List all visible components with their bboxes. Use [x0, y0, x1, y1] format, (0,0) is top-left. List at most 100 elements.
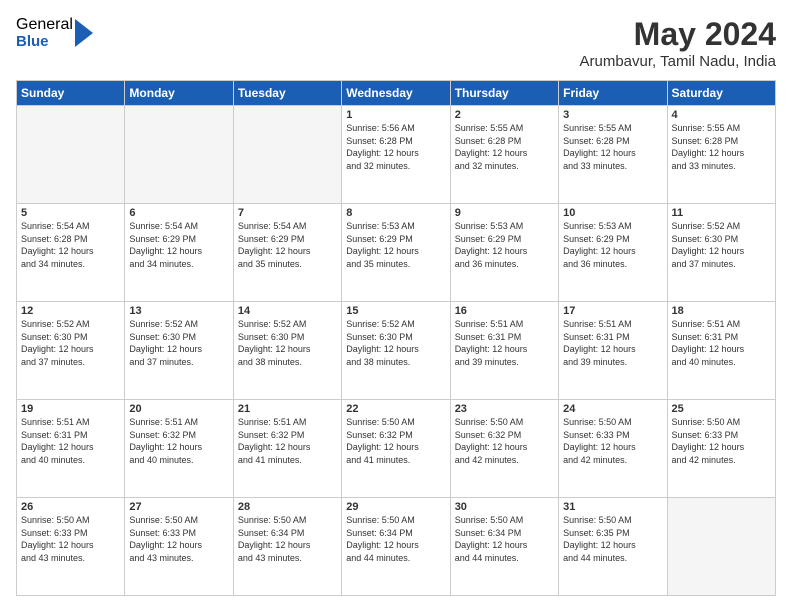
day-info: Sunrise: 5:50 AM Sunset: 6:34 PM Dayligh… [455, 514, 554, 564]
header-monday: Monday [125, 81, 233, 106]
day-number: 29 [346, 501, 445, 513]
calendar-cell: 15Sunrise: 5:52 AM Sunset: 6:30 PM Dayli… [342, 302, 450, 400]
day-info: Sunrise: 5:51 AM Sunset: 6:32 PM Dayligh… [238, 416, 337, 466]
day-info: Sunrise: 5:50 AM Sunset: 6:34 PM Dayligh… [238, 514, 337, 564]
day-info: Sunrise: 5:54 AM Sunset: 6:29 PM Dayligh… [238, 220, 337, 270]
day-info: Sunrise: 5:51 AM Sunset: 6:32 PM Dayligh… [129, 416, 228, 466]
calendar-cell: 8Sunrise: 5:53 AM Sunset: 6:29 PM Daylig… [342, 204, 450, 302]
day-number: 22 [346, 403, 445, 415]
calendar-cell: 11Sunrise: 5:52 AM Sunset: 6:30 PM Dayli… [667, 204, 775, 302]
week-row-5: 26Sunrise: 5:50 AM Sunset: 6:33 PM Dayli… [17, 498, 776, 596]
day-number: 3 [563, 109, 662, 121]
header-sunday: Sunday [17, 81, 125, 106]
header-wednesday: Wednesday [342, 81, 450, 106]
day-number: 25 [672, 403, 771, 415]
day-number: 14 [238, 305, 337, 317]
day-number: 1 [346, 109, 445, 121]
day-number: 17 [563, 305, 662, 317]
calendar-body: 1Sunrise: 5:56 AM Sunset: 6:28 PM Daylig… [17, 106, 776, 596]
day-info: Sunrise: 5:52 AM Sunset: 6:30 PM Dayligh… [672, 220, 771, 270]
day-number: 13 [129, 305, 228, 317]
logo-icon [75, 19, 93, 47]
month-title: May 2024 [580, 16, 777, 53]
logo: General Blue [16, 16, 93, 50]
header-thursday: Thursday [450, 81, 558, 106]
week-row-3: 12Sunrise: 5:52 AM Sunset: 6:30 PM Dayli… [17, 302, 776, 400]
day-number: 28 [238, 501, 337, 513]
day-number: 16 [455, 305, 554, 317]
header: General Blue May 2024 Arumbavur, Tamil N… [16, 16, 776, 70]
day-number: 23 [455, 403, 554, 415]
day-number: 20 [129, 403, 228, 415]
calendar: Sunday Monday Tuesday Wednesday Thursday… [16, 80, 776, 596]
calendar-cell: 31Sunrise: 5:50 AM Sunset: 6:35 PM Dayli… [559, 498, 667, 596]
day-info: Sunrise: 5:51 AM Sunset: 6:31 PM Dayligh… [563, 318, 662, 368]
calendar-cell: 14Sunrise: 5:52 AM Sunset: 6:30 PM Dayli… [233, 302, 341, 400]
logo-text: General Blue [16, 16, 73, 50]
day-info: Sunrise: 5:53 AM Sunset: 6:29 PM Dayligh… [455, 220, 554, 270]
day-info: Sunrise: 5:51 AM Sunset: 6:31 PM Dayligh… [455, 318, 554, 368]
calendar-cell: 10Sunrise: 5:53 AM Sunset: 6:29 PM Dayli… [559, 204, 667, 302]
day-number: 4 [672, 109, 771, 121]
day-info: Sunrise: 5:52 AM Sunset: 6:30 PM Dayligh… [21, 318, 120, 368]
day-info: Sunrise: 5:54 AM Sunset: 6:29 PM Dayligh… [129, 220, 228, 270]
calendar-cell: 29Sunrise: 5:50 AM Sunset: 6:34 PM Dayli… [342, 498, 450, 596]
day-info: Sunrise: 5:52 AM Sunset: 6:30 PM Dayligh… [346, 318, 445, 368]
day-number: 31 [563, 501, 662, 513]
day-number: 26 [21, 501, 120, 513]
calendar-cell: 18Sunrise: 5:51 AM Sunset: 6:31 PM Dayli… [667, 302, 775, 400]
day-info: Sunrise: 5:50 AM Sunset: 6:32 PM Dayligh… [346, 416, 445, 466]
title-block: May 2024 Arumbavur, Tamil Nadu, India [580, 16, 777, 70]
day-info: Sunrise: 5:53 AM Sunset: 6:29 PM Dayligh… [346, 220, 445, 270]
day-info: Sunrise: 5:50 AM Sunset: 6:33 PM Dayligh… [129, 514, 228, 564]
day-info: Sunrise: 5:55 AM Sunset: 6:28 PM Dayligh… [455, 122, 554, 172]
calendar-cell: 6Sunrise: 5:54 AM Sunset: 6:29 PM Daylig… [125, 204, 233, 302]
location: Arumbavur, Tamil Nadu, India [580, 53, 777, 70]
day-info: Sunrise: 5:52 AM Sunset: 6:30 PM Dayligh… [238, 318, 337, 368]
day-info: Sunrise: 5:54 AM Sunset: 6:28 PM Dayligh… [21, 220, 120, 270]
calendar-cell: 3Sunrise: 5:55 AM Sunset: 6:28 PM Daylig… [559, 106, 667, 204]
day-number: 18 [672, 305, 771, 317]
calendar-cell: 16Sunrise: 5:51 AM Sunset: 6:31 PM Dayli… [450, 302, 558, 400]
day-info: Sunrise: 5:50 AM Sunset: 6:33 PM Dayligh… [21, 514, 120, 564]
calendar-cell: 19Sunrise: 5:51 AM Sunset: 6:31 PM Dayli… [17, 400, 125, 498]
page: General Blue May 2024 Arumbavur, Tamil N… [0, 0, 792, 612]
header-row: Sunday Monday Tuesday Wednesday Thursday… [17, 81, 776, 106]
day-number: 5 [21, 207, 120, 219]
day-info: Sunrise: 5:50 AM Sunset: 6:35 PM Dayligh… [563, 514, 662, 564]
calendar-cell: 22Sunrise: 5:50 AM Sunset: 6:32 PM Dayli… [342, 400, 450, 498]
day-info: Sunrise: 5:50 AM Sunset: 6:34 PM Dayligh… [346, 514, 445, 564]
header-friday: Friday [559, 81, 667, 106]
day-info: Sunrise: 5:55 AM Sunset: 6:28 PM Dayligh… [563, 122, 662, 172]
week-row-2: 5Sunrise: 5:54 AM Sunset: 6:28 PM Daylig… [17, 204, 776, 302]
day-info: Sunrise: 5:50 AM Sunset: 6:32 PM Dayligh… [455, 416, 554, 466]
day-number: 24 [563, 403, 662, 415]
day-number: 27 [129, 501, 228, 513]
day-info: Sunrise: 5:51 AM Sunset: 6:31 PM Dayligh… [21, 416, 120, 466]
calendar-cell: 30Sunrise: 5:50 AM Sunset: 6:34 PM Dayli… [450, 498, 558, 596]
calendar-cell: 17Sunrise: 5:51 AM Sunset: 6:31 PM Dayli… [559, 302, 667, 400]
day-number: 7 [238, 207, 337, 219]
day-number: 12 [21, 305, 120, 317]
day-number: 6 [129, 207, 228, 219]
calendar-cell: 27Sunrise: 5:50 AM Sunset: 6:33 PM Dayli… [125, 498, 233, 596]
day-info: Sunrise: 5:53 AM Sunset: 6:29 PM Dayligh… [563, 220, 662, 270]
day-number: 11 [672, 207, 771, 219]
calendar-cell [125, 106, 233, 204]
calendar-header: Sunday Monday Tuesday Wednesday Thursday… [17, 81, 776, 106]
calendar-cell: 1Sunrise: 5:56 AM Sunset: 6:28 PM Daylig… [342, 106, 450, 204]
calendar-cell: 23Sunrise: 5:50 AM Sunset: 6:32 PM Dayli… [450, 400, 558, 498]
day-number: 19 [21, 403, 120, 415]
day-number: 9 [455, 207, 554, 219]
calendar-cell: 26Sunrise: 5:50 AM Sunset: 6:33 PM Dayli… [17, 498, 125, 596]
calendar-cell: 28Sunrise: 5:50 AM Sunset: 6:34 PM Dayli… [233, 498, 341, 596]
day-info: Sunrise: 5:50 AM Sunset: 6:33 PM Dayligh… [672, 416, 771, 466]
day-info: Sunrise: 5:55 AM Sunset: 6:28 PM Dayligh… [672, 122, 771, 172]
day-number: 30 [455, 501, 554, 513]
logo-blue: Blue [16, 34, 73, 51]
calendar-cell: 12Sunrise: 5:52 AM Sunset: 6:30 PM Dayli… [17, 302, 125, 400]
week-row-1: 1Sunrise: 5:56 AM Sunset: 6:28 PM Daylig… [17, 106, 776, 204]
calendar-cell [17, 106, 125, 204]
calendar-cell: 5Sunrise: 5:54 AM Sunset: 6:28 PM Daylig… [17, 204, 125, 302]
day-info: Sunrise: 5:52 AM Sunset: 6:30 PM Dayligh… [129, 318, 228, 368]
